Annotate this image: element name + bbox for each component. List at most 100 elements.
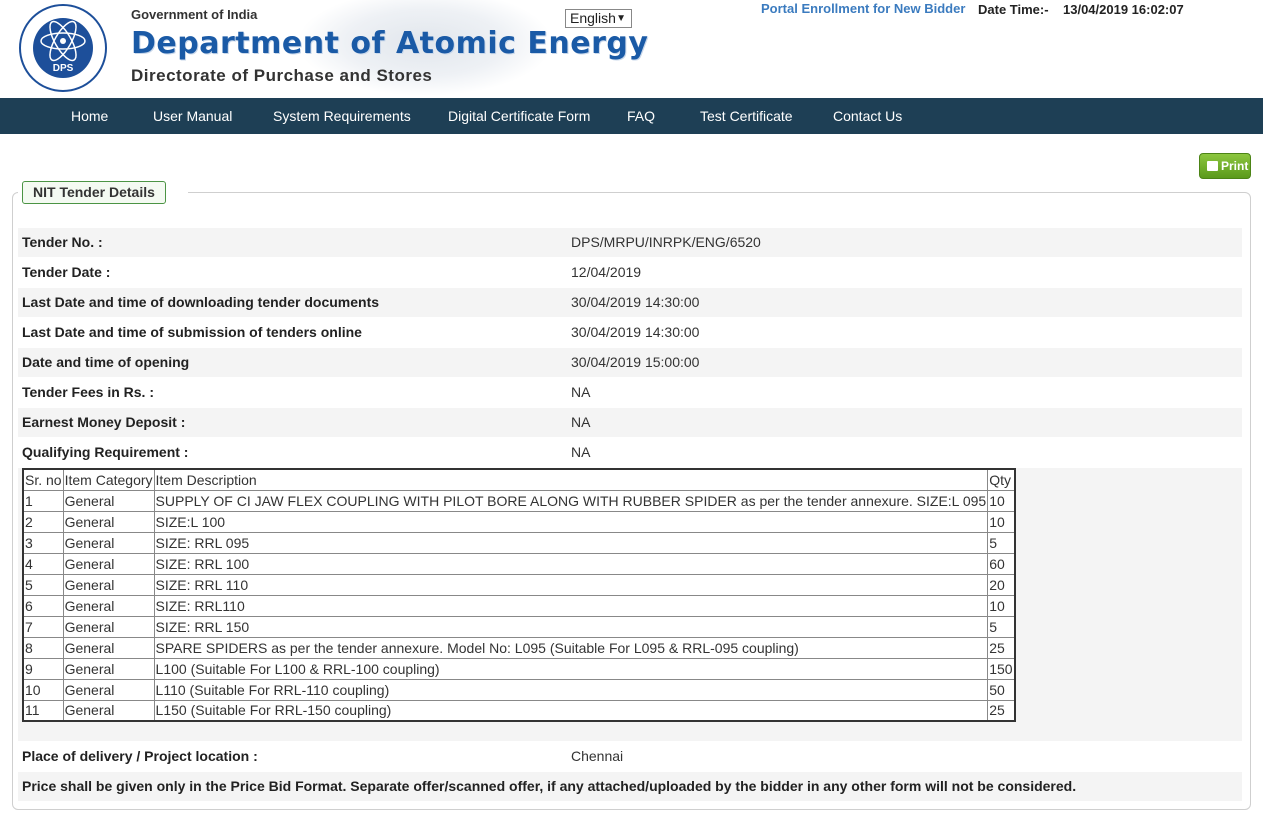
directorate-title: Directorate of Purchase and Stores — [131, 66, 433, 85]
detail-row: Tender No. : DPS/MRPU/INRPK/ENG/6520 — [18, 228, 1242, 257]
table-row: 3 General SIZE: RRL 095 5 — [22, 531, 1016, 554]
cell-description: L110 (Suitable For RRL-110 coupling) — [153, 678, 989, 701]
cell-category: General — [62, 552, 155, 575]
table-row: 6 General SIZE: RRL110 10 — [22, 594, 1016, 617]
cell-qty: 150 — [987, 657, 1016, 680]
table-row: 2 General SIZE:L 100 10 — [22, 510, 1016, 533]
main-nav: Home User Manual System Requirements Dig… — [0, 98, 1263, 134]
cell-description: SIZE: RRL 150 — [153, 615, 989, 638]
section-title: NIT Tender Details — [22, 181, 166, 204]
col-header-item-category: Item Category — [62, 468, 155, 491]
cell-category: General — [62, 678, 155, 701]
cell-category: General — [62, 615, 155, 638]
print-label: Print — [1221, 159, 1249, 173]
dropdown-arrow-icon: ▼ — [616, 13, 626, 24]
printer-icon — [1207, 161, 1218, 171]
cell-category: General — [62, 531, 155, 554]
detail-label: Tender Fees in Rs. : — [22, 384, 154, 400]
delivery-row: Place of delivery / Project location : C… — [18, 742, 1242, 771]
table-header-row: Sr. no Item Category Item Description Qt… — [22, 468, 1016, 491]
detail-value: NA — [571, 414, 591, 430]
detail-row: Last Date and time of submission of tend… — [18, 318, 1242, 347]
cell-qty: 5 — [987, 531, 1016, 554]
department-title: Department of Atomic Energy — [131, 26, 649, 61]
cell-category: General — [62, 489, 155, 512]
cell-description: SIZE: RRL 110 — [153, 573, 989, 596]
detail-label: Last Date and time of downloading tender… — [22, 294, 380, 310]
cell-category: General — [62, 699, 155, 722]
cell-qty: 25 — [987, 699, 1016, 722]
detail-value: NA — [571, 384, 591, 400]
detail-value: NA — [571, 444, 591, 460]
detail-row: Date and time of opening 30/04/2019 15:0… — [18, 348, 1242, 377]
cell-sr-no: 11 — [22, 699, 64, 722]
table-row: 9 General L100 (Suitable For L100 & RRL-10… — [22, 657, 1016, 680]
detail-row: Tender Date : 12/04/2019 — [18, 258, 1242, 287]
cell-qty: 60 — [987, 552, 1016, 575]
nav-faq[interactable]: FAQ — [627, 98, 655, 134]
cell-category: General — [62, 510, 155, 533]
table-row: 8 General SPARE SPIDERS as per the tender … — [22, 636, 1016, 659]
language-select[interactable]: English ▼ — [565, 9, 632, 28]
dae-logo-icon: DPS — [19, 4, 107, 92]
page-header: DPS Government of India Department of At… — [0, 0, 1263, 98]
cell-sr-no: 3 — [22, 531, 64, 554]
detail-label: Date and time of opening — [22, 354, 190, 370]
table-row: 7 General SIZE: RRL 150 5 — [22, 615, 1016, 638]
detail-value: 12/04/2019 — [571, 264, 642, 280]
cell-qty: 25 — [987, 636, 1016, 659]
nav-test-certificate[interactable]: Test Certificate — [700, 98, 793, 134]
portal-enrollment-link[interactable]: Portal Enrollment for New Bidder — [761, 1, 965, 16]
cell-description: L150 (Suitable For RRL-150 coupling) — [153, 699, 989, 722]
print-button[interactable]: Print — [1199, 153, 1251, 179]
cell-category: General — [62, 636, 155, 659]
delivery-label: Place of delivery / Project location : — [22, 748, 258, 764]
nav-digital-certificate-form[interactable]: Digital Certificate Form — [448, 98, 590, 134]
price-bid-note: Price shall be given only in the Price B… — [18, 772, 1242, 801]
cell-qty: 5 — [987, 615, 1016, 638]
col-header-qty: Qty — [987, 468, 1016, 491]
datetime-value: 13/04/2019 16:02:07 — [1063, 2, 1184, 17]
table-row: 4 General SIZE: RRL 100 60 — [22, 552, 1016, 575]
table-row: 5 General SIZE: RRL 110 20 — [22, 573, 1016, 596]
detail-label: Tender No. : — [22, 234, 103, 250]
detail-row: Qualifying Requirement : NA — [18, 438, 1242, 467]
detail-value: 30/04/2019 14:30:00 — [571, 294, 700, 310]
cell-sr-no: 6 — [22, 594, 64, 617]
cell-category: General — [62, 657, 155, 680]
cell-description: SIZE: RRL110 — [153, 594, 989, 617]
cell-description: SPARE SPIDERS as per the tender annexure… — [153, 636, 989, 659]
cell-sr-no: 4 — [22, 552, 64, 575]
detail-row: Last Date and time of downloading tender… — [18, 288, 1242, 317]
cell-qty: 50 — [987, 678, 1016, 701]
table-row: 1 General SUPPLY OF CI JAW FLEX COUPLING W… — [22, 489, 1016, 512]
nav-contact-us[interactable]: Contact Us — [833, 98, 902, 134]
cell-description: SIZE: RRL 095 — [153, 531, 989, 554]
gov-label: Government of India — [131, 7, 258, 22]
cell-sr-no: 5 — [22, 573, 64, 596]
cell-sr-no: 2 — [22, 510, 64, 533]
nav-system-requirements[interactable]: System Requirements — [273, 98, 411, 134]
cell-qty: 20 — [987, 573, 1016, 596]
nav-home[interactable]: Home — [71, 98, 108, 134]
detail-value: DPS/MRPU/INRPK/ENG/6520 — [571, 234, 761, 250]
detail-row: Earnest Money Deposit : NA — [18, 408, 1242, 437]
language-select-value: English — [570, 10, 616, 26]
cell-qty: 10 — [987, 510, 1016, 533]
cell-category: General — [62, 594, 155, 617]
svg-text:DPS: DPS — [53, 63, 74, 74]
detail-value: 30/04/2019 15:00:00 — [571, 354, 700, 370]
nav-user-manual[interactable]: User Manual — [153, 98, 232, 134]
cell-sr-no: 7 — [22, 615, 64, 638]
cell-description: SIZE:L 100 — [153, 510, 989, 533]
detail-label: Last Date and time of submission of tend… — [22, 324, 362, 340]
cell-qty: 10 — [987, 489, 1016, 512]
cell-description: L100 (Suitable For L100 & RRL-100 coupli… — [153, 657, 989, 680]
items-table: Sr. no Item Category Item Description Qt… — [22, 468, 1016, 722]
cell-description: SIZE: RRL 100 — [153, 552, 989, 575]
col-header-sr-no: Sr. no — [22, 468, 64, 491]
detail-label: Qualifying Requirement : — [22, 444, 189, 460]
items-table-wrap: Sr. no Item Category Item Description Qt… — [18, 468, 1242, 741]
cell-description: SUPPLY OF CI JAW FLEX COUPLING WITH PILO… — [153, 489, 989, 512]
delivery-value: Chennai — [571, 748, 624, 764]
